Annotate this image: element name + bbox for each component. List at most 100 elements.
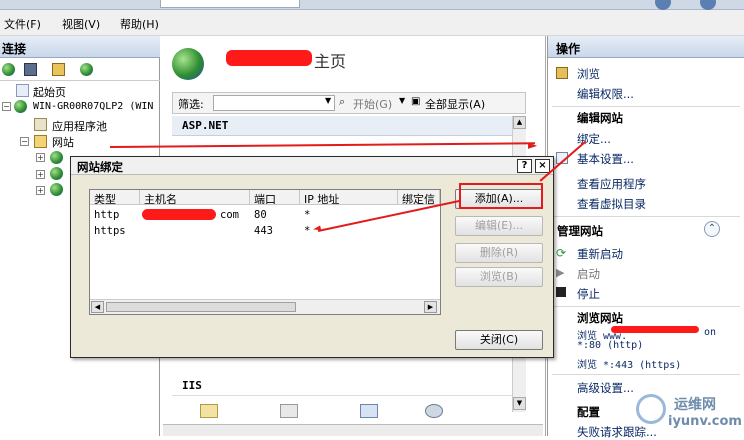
view-tabs-bar [163, 424, 543, 436]
tree-sites-label: 网站 [52, 136, 74, 149]
actions-separator [552, 306, 740, 307]
tree-app-pools[interactable]: 应用程序池 [52, 118, 107, 134]
watermark-logo-icon [636, 394, 666, 424]
start-dropdown-icon[interactable]: ▼ [399, 96, 405, 105]
action-advanced-settings[interactable]: 高级设置... [577, 380, 634, 396]
actions-separator [552, 216, 740, 217]
start-filter-button[interactable]: 开始(G) [353, 96, 392, 112]
actions-header: 操作 [548, 36, 744, 58]
tree-start-page[interactable]: 起始页 [33, 84, 66, 100]
row-port: 443 [254, 225, 273, 237]
tree-expand-site-1[interactable]: + [36, 153, 45, 162]
menu-view[interactable]: 视图(V) [62, 16, 100, 32]
action-stop[interactable]: 停止 [577, 286, 600, 302]
column-hostname[interactable]: 主机名 [140, 190, 250, 205]
section-manage-site: 管理网站 [557, 224, 603, 238]
group-iis-header: IIS [172, 376, 512, 396]
actions-separator [552, 374, 740, 375]
edit-binding-button[interactable]: 编辑(E)... [455, 216, 543, 236]
scroll-right-arrow[interactable]: ▶ [424, 301, 437, 313]
action-restart[interactable]: 重新启动 [577, 246, 623, 262]
action-view-applications[interactable]: 查看应用程序 [577, 176, 646, 192]
browse-binding-button[interactable]: 浏览(B) [455, 267, 543, 287]
stop-icon [556, 287, 566, 297]
bindings-hscrollbar[interactable]: ◀ ▶ [90, 299, 440, 314]
section-config: 配置 [577, 405, 600, 419]
scroll-thumb[interactable] [106, 302, 296, 312]
tree-server-label: WIN-GR00R07QLP2 (WIN [33, 101, 154, 112]
server-icon [14, 100, 27, 113]
browse-http-port: *:80 (http) [577, 340, 644, 351]
nav-forward-icon[interactable] [700, 0, 716, 10]
tree-sites[interactable]: 网站 [52, 134, 74, 150]
filter-dropdown-icon[interactable]: ▼ [325, 96, 331, 105]
dialog-help-button[interactable]: ? [517, 159, 532, 173]
restart-icon: ⟳ [556, 246, 567, 260]
feature-icon-2[interactable] [280, 404, 298, 418]
scroll-left-arrow[interactable]: ◀ [91, 301, 104, 313]
tree-expand-site-2[interactable]: + [36, 170, 45, 179]
close-dialog-button[interactable]: 关闭(C) [455, 330, 543, 350]
nav-back-icon[interactable] [655, 0, 671, 10]
dialog-close-x-button[interactable]: × [535, 159, 550, 173]
row-host-suffix: com [220, 209, 239, 221]
bindings-list[interactable]: 类型 主机名 端口 IP 地址 绑定信 http w com 80 * http… [89, 189, 441, 315]
action-edit-permissions[interactable]: 编辑权限... [577, 86, 634, 102]
site-1-icon[interactable] [50, 151, 63, 164]
row-type: http [94, 209, 120, 221]
actions-pane: 操作 浏览 编辑权限... 编辑网站 绑定... 基本设置... 查看应用程序 … [547, 36, 744, 439]
column-port[interactable]: 端口 [250, 190, 300, 205]
column-binding-info[interactable]: 绑定信 [398, 190, 440, 205]
tree-server[interactable]: WIN-GR00R07QLP2 (WIN [33, 101, 153, 112]
group-aspnet-header: ASP.NET [172, 116, 512, 136]
scroll-down-arrow[interactable]: ▼ [513, 397, 526, 410]
app-pools-icon [34, 118, 47, 131]
redacted-site-name [226, 50, 312, 66]
tree-app-pools-label: 应用程序池 [52, 120, 107, 133]
filter-bar: 筛选: ▼ ⌕ 开始(G) ▼ ▣ 全部显示(A) [172, 92, 526, 114]
feature-icon-4[interactable] [425, 404, 443, 418]
filter-input[interactable] [213, 95, 335, 111]
window-title-strip [0, 0, 744, 10]
site-2-icon[interactable] [50, 167, 63, 180]
action-start[interactable]: 启动 [577, 266, 600, 282]
collapse-chevron-icon[interactable]: ⌃ [704, 221, 720, 237]
show-all-button[interactable]: 全部显示(A) [425, 96, 485, 112]
feature-icon-1[interactable] [200, 404, 218, 418]
watermark-cn: 运维网 [674, 397, 716, 413]
action-explore[interactable]: 浏览 [577, 66, 600, 82]
row-ip: * [304, 225, 311, 237]
disconnect-icon[interactable] [80, 63, 93, 76]
site-3-icon[interactable] [50, 183, 63, 196]
action-basic-settings[interactable]: 基本设置... [577, 151, 634, 167]
tree-start-page-label: 起始页 [33, 86, 66, 99]
site-home-globe-icon [172, 48, 204, 80]
scroll-up-arrow[interactable]: ▲ [513, 116, 526, 129]
action-browse-https[interactable]: 浏览 *:443 (https) [577, 356, 681, 371]
filter-label: 筛选: [178, 98, 204, 111]
save-icon[interactable] [24, 63, 37, 76]
remove-binding-button[interactable]: 删除(R) [455, 243, 543, 263]
watermark-en: iyunv.com [668, 414, 742, 429]
menu-file[interactable]: 文件(F) [4, 16, 41, 32]
column-ip[interactable]: IP 地址 [300, 190, 398, 205]
feature-icon-3[interactable] [360, 404, 378, 418]
tree-expand-sites[interactable]: − [20, 137, 29, 146]
show-all-icon: ▣ [411, 96, 421, 107]
action-view-virtual-dirs[interactable]: 查看虚拟目录 [577, 196, 646, 212]
explore-icon [556, 67, 568, 79]
tree-expand-server[interactable]: − [2, 102, 11, 111]
column-type[interactable]: 类型 [90, 190, 140, 205]
address-bar[interactable] [160, 0, 300, 8]
connections-toolbar [0, 59, 160, 81]
menu-help[interactable]: 帮助(H) [120, 16, 159, 32]
section-edit-site: 编辑网站 [577, 111, 623, 125]
browse-http-suffix: on [704, 327, 717, 338]
sites-folder-icon [34, 135, 47, 148]
tree-expand-site-3[interactable]: + [36, 186, 45, 195]
folder-up-icon[interactable] [52, 63, 65, 76]
dialog-title: 网站绑定 [77, 160, 123, 174]
site-home-title: 主页 [314, 52, 347, 71]
watermark: 运维网 iyunv.com [628, 388, 744, 436]
connect-icon[interactable] [2, 63, 15, 76]
